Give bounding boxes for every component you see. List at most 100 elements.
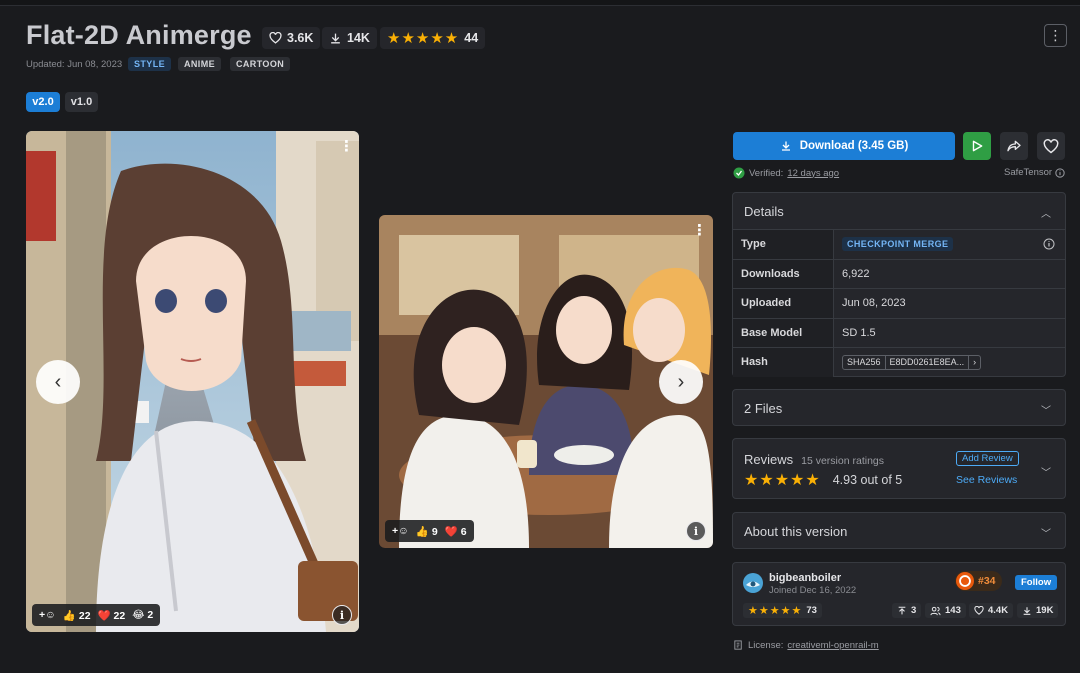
reviews-heading: Reviews bbox=[744, 452, 794, 467]
hash-value[interactable]: E8DD0261E8EA... bbox=[884, 355, 969, 369]
download-button[interactable]: Download (3.45 GB) bbox=[733, 132, 955, 160]
hash-more-icon[interactable]: › bbox=[968, 355, 980, 369]
image-1-menu-icon[interactable]: ⋮ bbox=[339, 139, 354, 154]
heart-reaction[interactable]: ❤️ 6 bbox=[445, 525, 467, 538]
details-heading[interactable]: Details bbox=[744, 204, 784, 219]
rating-stars: ★★★★★ bbox=[387, 30, 460, 47]
version-tab-v2[interactable]: v2.0 bbox=[26, 92, 60, 112]
verified-status: Verified: 12 days ago bbox=[733, 167, 839, 179]
safetensor-text: SafeTensor bbox=[1004, 167, 1053, 178]
version-tab-v1[interactable]: v1.0 bbox=[65, 92, 98, 112]
chevron-down-icon[interactable]: ﹀ bbox=[1041, 525, 1051, 540]
downloads-stat: 14K bbox=[322, 27, 377, 49]
base-model-value: SD 1.5 bbox=[842, 326, 876, 339]
likes-stat[interactable]: 3.6K bbox=[262, 27, 321, 49]
heart-icon bbox=[974, 606, 984, 615]
kebab-icon: ⋮ bbox=[1048, 27, 1063, 43]
more-options-button[interactable]: ⋮ bbox=[1044, 24, 1067, 47]
laughs-count: 2 bbox=[147, 609, 154, 621]
safetensor-label: SafeTensor bbox=[1004, 167, 1065, 178]
image-2-menu-icon[interactable]: ⋮ bbox=[692, 223, 707, 238]
creator-stars: ★★★★★ bbox=[748, 605, 803, 617]
gallery-next-button[interactable]: › bbox=[659, 360, 703, 404]
add-reaction-icon[interactable]: +☺ bbox=[39, 609, 56, 621]
palette-icon bbox=[956, 572, 974, 590]
image-1-reactions[interactable]: +☺ 👍 22 ❤️ 22 😂 2 bbox=[32, 604, 161, 626]
download-icon bbox=[781, 141, 790, 151]
heart-reaction[interactable]: ❤️ 22 bbox=[98, 609, 126, 622]
hash-box[interactable]: SHA256 E8DD0261E8EA... › bbox=[842, 354, 982, 370]
creator-likes-chip: 4.4K bbox=[969, 603, 1014, 618]
creator-name[interactable]: bigbeanboiler bbox=[769, 572, 841, 584]
updated-date: Updated: Jun 08, 2023 bbox=[26, 59, 123, 70]
rating-stat[interactable]: ★★★★★ 44 bbox=[380, 27, 486, 49]
info-icon[interactable] bbox=[1055, 167, 1065, 178]
about-panel[interactable]: About this version ﹀ bbox=[732, 512, 1066, 549]
uploaded-label: Uploaded bbox=[733, 289, 834, 318]
detail-row-hash: Hash SHA256 E8DD0261E8EA... › bbox=[733, 347, 1065, 377]
about-heading[interactable]: About this version bbox=[744, 524, 847, 539]
follow-button[interactable]: Follow bbox=[1015, 575, 1058, 590]
files-heading[interactable]: 2 Files bbox=[744, 401, 782, 416]
license-info: License: creativeml-openrail-m bbox=[733, 640, 879, 651]
downloads-count: 14K bbox=[347, 31, 370, 45]
chevron-down-icon[interactable]: ﹀ bbox=[1041, 402, 1051, 417]
creator-followers-chip: 143 bbox=[925, 603, 966, 618]
add-reaction-icon[interactable]: +☺ bbox=[392, 525, 409, 537]
license-icon bbox=[734, 640, 742, 650]
upload-icon bbox=[898, 606, 906, 614]
avatar[interactable] bbox=[743, 573, 763, 593]
detail-row-base-model: Base Model SD 1.5 bbox=[733, 317, 1065, 347]
image-2-info-icon[interactable]: i bbox=[686, 521, 706, 541]
license-link[interactable]: creativeml-openrail-m bbox=[787, 640, 878, 651]
hash-algo[interactable]: SHA256 bbox=[843, 356, 885, 369]
tag-anime[interactable]: ANIME bbox=[178, 57, 221, 71]
share-icon bbox=[1007, 140, 1021, 152]
downloads-count: 19K bbox=[1036, 605, 1054, 616]
info-icon[interactable] bbox=[1043, 238, 1055, 250]
gallery-image-2[interactable]: ⋮ › +☺ 👍 9 ❤️ 6 i bbox=[379, 215, 713, 548]
gallery-prev-button[interactable]: ‹ bbox=[36, 360, 80, 404]
tag-cartoon[interactable]: CARTOON bbox=[230, 57, 291, 71]
thumbs-up-reaction[interactable]: 👍 9 bbox=[416, 525, 438, 538]
creator-rating-chip: ★★★★★ 73 bbox=[743, 603, 822, 618]
image-1-info-icon[interactable]: i bbox=[332, 605, 352, 625]
laugh-reaction[interactable]: 😂 2 bbox=[132, 609, 153, 621]
download-icon bbox=[1023, 606, 1031, 615]
files-panel[interactable]: 2 Files ﹀ bbox=[732, 389, 1066, 426]
chevron-down-icon[interactable]: ﹀ bbox=[1041, 464, 1051, 479]
reviews-score: 4.93 out of 5 bbox=[832, 473, 903, 487]
detail-row-type: Type CHECKPOINT MERGE bbox=[733, 229, 1065, 259]
creator-rank-badge: #34 bbox=[955, 571, 1002, 591]
run-button[interactable] bbox=[963, 132, 991, 160]
license-prefix: License: bbox=[748, 640, 784, 651]
likes-count: 3.6K bbox=[287, 31, 314, 45]
favorite-button[interactable] bbox=[1037, 132, 1065, 160]
creator-rank: #34 bbox=[978, 575, 996, 587]
share-button[interactable] bbox=[1000, 132, 1028, 160]
creator-downloads-chip: 19K bbox=[1017, 603, 1059, 618]
add-review-button[interactable]: Add Review bbox=[956, 451, 1019, 466]
detail-row-downloads: Downloads 6,922 bbox=[733, 258, 1065, 288]
thumbs-up-reaction[interactable]: 👍 22 bbox=[63, 609, 91, 622]
reviews-count: 15 version ratings bbox=[801, 455, 885, 467]
downloads-label: Downloads bbox=[733, 259, 834, 288]
verified-date-link[interactable]: 12 days ago bbox=[787, 168, 839, 179]
detail-row-uploaded: Uploaded Jun 08, 2023 bbox=[733, 288, 1065, 318]
see-reviews-link[interactable]: See Reviews bbox=[956, 474, 1017, 486]
page-title: Flat-2D Animerge bbox=[26, 20, 252, 50]
creator-card: bigbeanboiler Joined Dec 16, 2022 #34 Fo… bbox=[732, 562, 1066, 626]
image-2-reactions[interactable]: +☺ 👍 9 ❤️ 6 bbox=[385, 520, 474, 542]
gallery-image-1[interactable]: ⋮ ‹ +☺ 👍 22 ❤️ 22 😂 2 i bbox=[26, 131, 359, 632]
followers-count: 143 bbox=[945, 605, 961, 616]
chevron-left-icon: ‹ bbox=[54, 370, 62, 393]
download-icon bbox=[331, 33, 340, 43]
download-label: Download (3.45 GB) bbox=[799, 140, 909, 152]
chevron-up-icon[interactable]: ︿ bbox=[1041, 205, 1051, 220]
tag-style[interactable]: STYLE bbox=[128, 57, 172, 71]
users-icon bbox=[930, 606, 941, 615]
heart-icon bbox=[269, 32, 282, 44]
type-badge[interactable]: CHECKPOINT MERGE bbox=[842, 237, 954, 252]
hash-label: Hash bbox=[733, 348, 834, 377]
downloads-value: 6,922 bbox=[842, 267, 870, 280]
